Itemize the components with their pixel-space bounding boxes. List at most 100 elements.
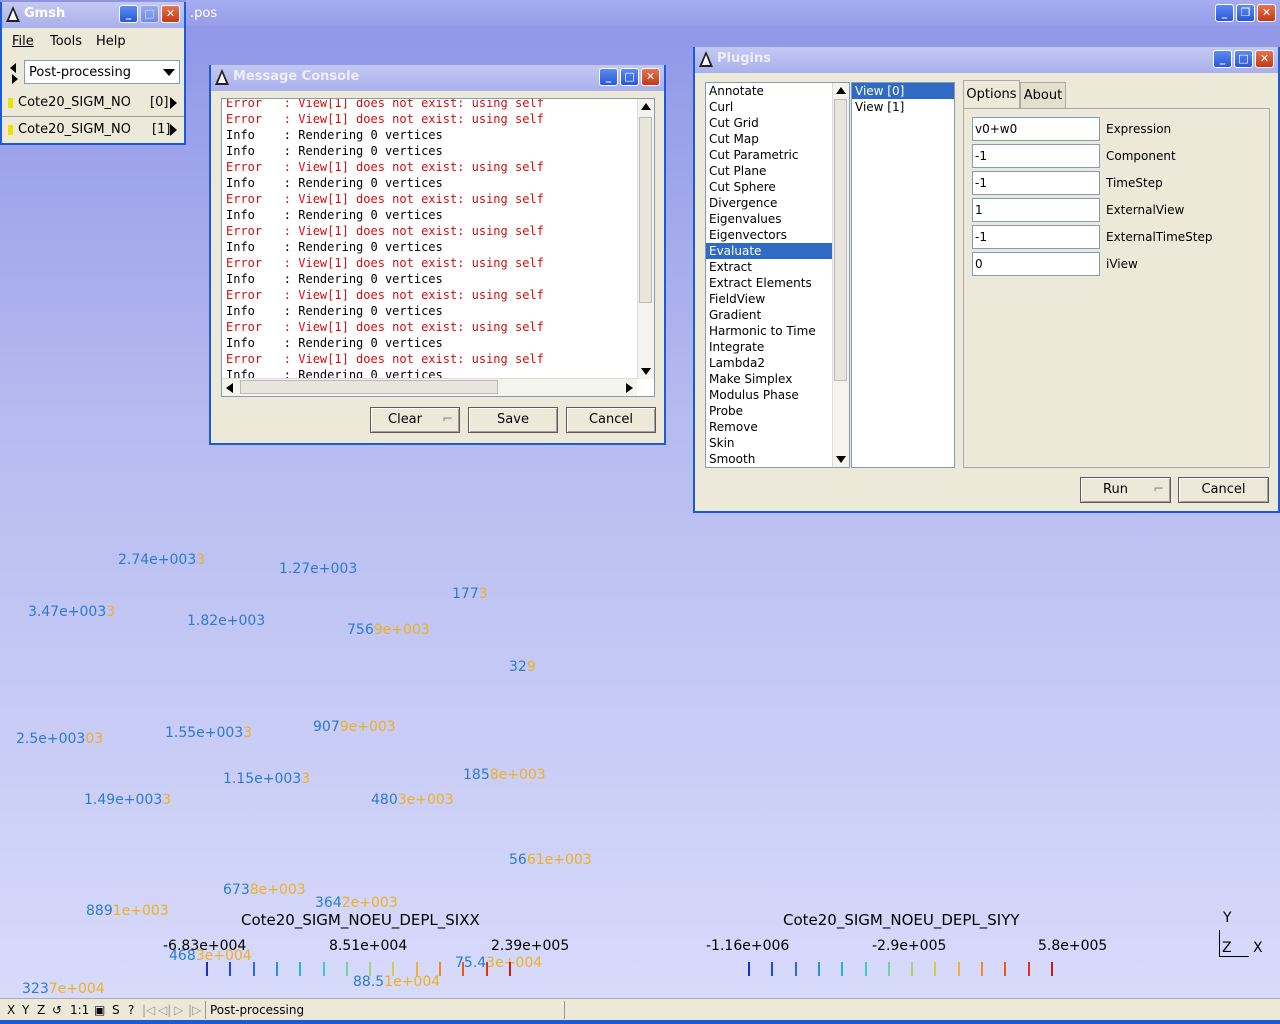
color-scale-tick <box>252 962 255 976</box>
view-list-item[interactable]: View [1] <box>852 99 954 115</box>
view-y-button[interactable]: Y <box>22 1003 29 1017</box>
scroll-up-icon[interactable] <box>641 103 651 110</box>
plugin-list-item[interactable]: Cut Sphere <box>706 179 832 195</box>
cancel-button[interactable]: Cancel <box>566 407 656 433</box>
scroll-down-icon[interactable] <box>641 368 651 375</box>
view-row[interactable]: Cote20_SIGM_NOE [1] <box>2 117 184 143</box>
value-label-secondary: 03 <box>85 731 104 747</box>
close-button[interactable]: ✕ <box>1257 4 1276 22</box>
tab-options[interactable]: Options <box>963 80 1020 109</box>
option-input[interactable]: -1 <box>972 171 1100 195</box>
plugin-list-item[interactable]: Curl <box>706 99 832 115</box>
option-input[interactable]: v0+w0 <box>972 117 1100 141</box>
save-button[interactable]: Save <box>468 407 558 433</box>
scale1-tick-label: 2.39e+005 <box>491 938 570 954</box>
maximize-button[interactable]: □ <box>140 5 159 23</box>
menu-tools[interactable]: Tools <box>50 34 82 49</box>
next-frame-icon[interactable]: |▷ <box>188 1003 201 1017</box>
scroll-left-icon[interactable] <box>226 383 233 393</box>
run-button[interactable]: Run ⌐ <box>1080 477 1171 503</box>
plugin-list-item[interactable]: FieldView <box>706 291 832 307</box>
plugin-list-item[interactable]: Harmonic to Time <box>706 323 832 339</box>
cancel-button[interactable]: Cancel <box>1178 477 1269 503</box>
plugin-list-item[interactable]: Modulus Phase <box>706 387 832 403</box>
close-button[interactable]: ✕ <box>161 5 180 23</box>
caret-right-icon[interactable] <box>170 124 178 136</box>
view-row[interactable]: Cote20_SIGM_NOE [0] <box>2 90 184 117</box>
color-scale-tick <box>462 962 465 976</box>
help-icon[interactable]: ? <box>128 1003 134 1017</box>
plugin-list-item[interactable]: Cut Map <box>706 131 832 147</box>
plugin-list-item[interactable]: Evaluate <box>706 243 832 259</box>
plugin-list-item[interactable]: Lambda2 <box>706 355 832 371</box>
maximize-button[interactable]: □ <box>620 68 639 86</box>
scroll-up-icon[interactable] <box>836 87 846 94</box>
option-input[interactable]: 0 <box>972 252 1100 276</box>
plugin-list-scrollbar[interactable] <box>832 83 849 467</box>
minimize-button[interactable]: _ <box>1215 4 1234 22</box>
scroll-thumb[interactable] <box>240 380 498 394</box>
previous-frame-icon[interactable]: ◁| <box>158 1003 171 1017</box>
console-vertical-scrollbar[interactable] <box>637 99 654 379</box>
plugin-list-item[interactable]: Eigenvalues <box>706 211 832 227</box>
orthographic-icon[interactable]: ▣ <box>94 1003 105 1017</box>
reset-scale-button[interactable]: 1:1 <box>70 1003 89 1017</box>
plugin-view-list[interactable]: View [0] View [1] <box>851 82 955 468</box>
plugin-list-item[interactable]: Extract <box>706 259 832 275</box>
view-x-button[interactable]: X <box>7 1003 15 1017</box>
plugin-list-item[interactable]: Integrate <box>706 339 832 355</box>
close-button[interactable]: ✕ <box>1255 50 1274 68</box>
option-label: TimeStep <box>1106 176 1163 190</box>
console-output[interactable]: Error : View[1] does not exist: using se… <box>221 98 655 397</box>
minimize-button[interactable]: _ <box>599 68 618 86</box>
option-input[interactable]: -1 <box>972 225 1100 249</box>
restore-button[interactable]: ❐ <box>1236 4 1255 22</box>
color-scale-tick <box>1050 962 1053 976</box>
show-selection-button[interactable]: S <box>112 1003 120 1017</box>
scroll-thumb[interactable] <box>834 99 847 381</box>
caret-right-icon[interactable] <box>170 97 178 109</box>
plugin-list-item[interactable]: Cut Plane <box>706 163 832 179</box>
value-label-secondary: 7e+004 <box>48 981 105 997</box>
module-nav-button[interactable] <box>8 60 20 86</box>
scroll-right-icon[interactable] <box>626 383 633 393</box>
view-list-item[interactable]: View [0] <box>852 83 954 99</box>
plugin-list-item[interactable]: Remove <box>706 419 832 435</box>
menu-help[interactable]: Help <box>96 34 126 49</box>
play-icon[interactable]: ▷ <box>174 1003 183 1017</box>
plugin-list-item[interactable]: Divergence <box>706 195 832 211</box>
option-input[interactable]: 1 <box>972 198 1100 222</box>
plugin-list-item[interactable]: Make Simplex <box>706 371 832 387</box>
plugin-list[interactable]: Annotate Curl Cut Grid Cut Map Cut Parametri… <box>705 82 850 468</box>
plugin-list-item[interactable]: Annotate <box>706 83 832 99</box>
color-scale-tick <box>864 962 867 976</box>
plugin-list-item[interactable]: Cut Parametric <box>706 147 832 163</box>
plugin-list-item[interactable]: Cut Grid <box>706 115 832 131</box>
first-frame-icon[interactable]: |◁ <box>142 1003 155 1017</box>
option-input[interactable]: -1 <box>972 144 1100 168</box>
tab-about[interactable]: About <box>1020 82 1066 109</box>
scroll-down-icon[interactable] <box>836 456 846 463</box>
minimize-button[interactable]: _ <box>119 5 138 23</box>
view-visibility-checkbox[interactable] <box>8 125 13 135</box>
clear-button[interactable]: Clear ⌐ <box>370 407 460 433</box>
view-visibility-checkbox[interactable] <box>8 98 13 108</box>
maximize-button[interactable]: □ <box>1234 50 1253 68</box>
menu-file[interactable]: File <box>12 34 34 49</box>
view-z-button[interactable]: Z <box>37 1003 45 1017</box>
close-button[interactable]: ✕ <box>641 68 660 86</box>
module-select[interactable]: Post-processing <box>24 60 180 84</box>
plugin-list-item[interactable]: Gradient <box>706 307 832 323</box>
option-row: -1 TimeStep <box>972 171 1262 198</box>
plugin-list-item[interactable]: Skin <box>706 435 832 451</box>
rotate-icon[interactable]: ↺ <box>52 1003 62 1017</box>
plugin-list-item[interactable]: Probe <box>706 403 832 419</box>
scroll-thumb[interactable] <box>639 117 652 303</box>
plugin-list-item[interactable]: Eigenvectors <box>706 227 832 243</box>
plugin-list-item[interactable]: Extract Elements <box>706 275 832 291</box>
console-horizontal-scrollbar[interactable] <box>222 378 637 396</box>
gmsh-window: Gmsh _ □ ✕ File Tools Help Post-processi… <box>0 2 186 145</box>
console-line: Info : Rendering 0 vertices <box>226 176 443 190</box>
plugin-list-item[interactable]: Smooth <box>706 451 832 467</box>
minimize-button[interactable]: _ <box>1213 50 1232 68</box>
